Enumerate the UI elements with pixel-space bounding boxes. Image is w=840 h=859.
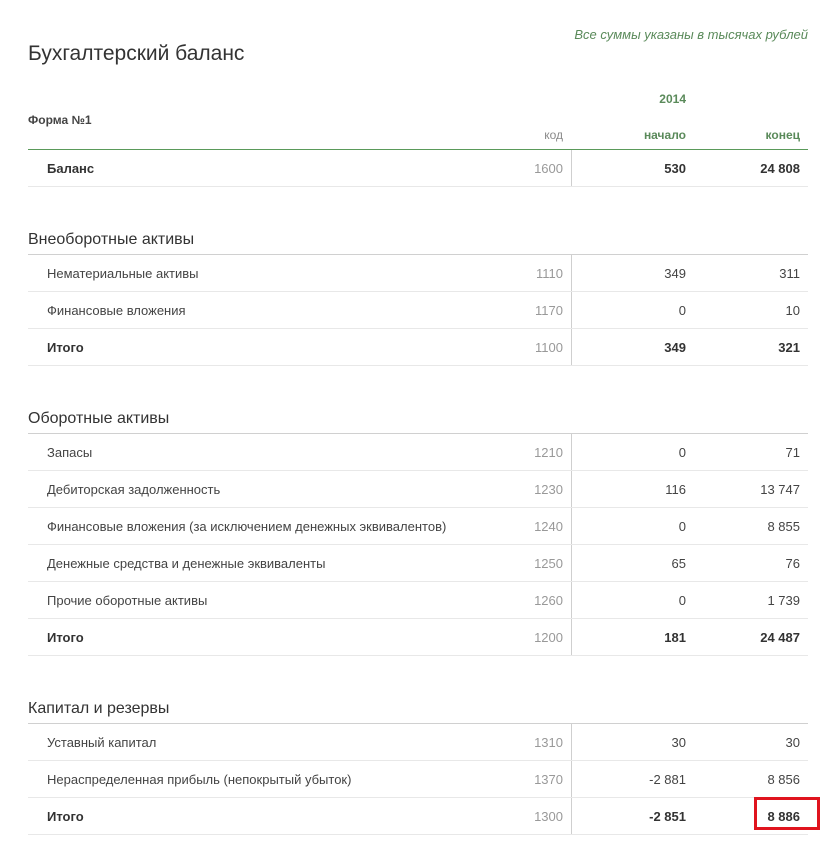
column-divider bbox=[571, 292, 572, 328]
table-row: Нематериальные активы 1110 349 311 bbox=[28, 255, 808, 292]
row-name: Уставный капитал bbox=[47, 735, 157, 750]
row-start-value: 0 bbox=[678, 445, 686, 460]
row-end-value: 76 bbox=[785, 556, 800, 571]
row-start-value: 349 bbox=[664, 340, 686, 355]
row-code: 1370 bbox=[534, 772, 563, 787]
column-divider bbox=[571, 329, 572, 365]
row-end-value: 24 808 bbox=[760, 161, 800, 176]
row-name: Запасы bbox=[47, 445, 93, 460]
column-header-start: начало bbox=[643, 128, 686, 142]
column-divider bbox=[571, 761, 572, 797]
column-divider bbox=[571, 508, 572, 544]
row-name: Денежные средства и денежные эквиваленты bbox=[47, 556, 326, 571]
row-code: 1230 bbox=[534, 482, 563, 497]
column-divider bbox=[571, 619, 572, 655]
row-code: 1310 bbox=[534, 735, 563, 750]
column-divider bbox=[571, 255, 572, 291]
table-row-total: Итого 1100 349 321 bbox=[28, 329, 808, 366]
table-row: Денежные средства и денежные эквиваленты… bbox=[28, 545, 808, 582]
row-start-value: 0 bbox=[678, 593, 686, 608]
column-divider bbox=[571, 582, 572, 618]
column-divider bbox=[571, 724, 572, 760]
column-header-code: код bbox=[544, 128, 563, 142]
row-start-value: 181 bbox=[664, 630, 686, 645]
row-name: Итого bbox=[47, 809, 84, 824]
row-end-value: 24 487 bbox=[760, 630, 800, 645]
year-header: 2014 bbox=[659, 92, 686, 106]
row-start-value: 0 bbox=[678, 303, 686, 318]
table-row: Финансовые вложения 1170 0 10 bbox=[28, 292, 808, 329]
row-code: 1250 bbox=[534, 556, 563, 571]
table-row: Нераспределенная прибыль (непокрытый убы… bbox=[28, 761, 808, 798]
row-code: 1200 bbox=[534, 630, 563, 645]
column-divider bbox=[571, 434, 572, 470]
row-name: Дебиторская задолженность bbox=[47, 482, 221, 497]
row-start-value: 530 bbox=[664, 161, 686, 176]
row-end-value: 8 855 bbox=[767, 519, 800, 534]
row-end-value: 10 bbox=[785, 303, 800, 318]
row-code: 1240 bbox=[534, 519, 563, 534]
row-code: 1110 bbox=[536, 266, 563, 281]
column-divider bbox=[571, 471, 572, 507]
row-name: Финансовые вложения (за исключением дене… bbox=[47, 519, 447, 534]
row-end-value: 321 bbox=[778, 340, 800, 355]
table-row: Финансовые вложения (за исключением дене… bbox=[28, 508, 808, 545]
section-heading-current-assets: Оборотные активы bbox=[28, 404, 808, 434]
table-header: Форма №1 2014 код начало конец bbox=[28, 88, 808, 150]
row-start-value: 349 bbox=[664, 266, 686, 281]
row-name: Нераспределенная прибыль (непокрытый убы… bbox=[47, 772, 352, 787]
section-heading-noncurrent-assets: Внеоборотные активы bbox=[28, 225, 808, 255]
table-row: Прочие оборотные активы 1260 0 1 739 bbox=[28, 582, 808, 619]
units-note: Все суммы указаны в тысячах рублей bbox=[574, 27, 808, 42]
row-start-value: 116 bbox=[665, 482, 686, 497]
row-code: 1300 bbox=[534, 809, 563, 824]
section-heading-capital-reserves: Капитал и резервы bbox=[28, 694, 808, 724]
column-header-end: конец bbox=[765, 128, 800, 142]
column-divider bbox=[571, 798, 572, 834]
highlight-box bbox=[754, 797, 820, 830]
form-label: Форма №1 bbox=[28, 113, 92, 127]
row-name: Итого bbox=[47, 340, 84, 355]
table-row-balance: Баланс 1600 530 24 808 bbox=[28, 150, 808, 187]
row-end-value: 8 856 bbox=[767, 772, 800, 787]
row-code: 1600 bbox=[534, 161, 563, 176]
row-start-value: 0 bbox=[678, 519, 686, 534]
row-code: 1170 bbox=[535, 303, 563, 318]
row-end-value: 30 bbox=[785, 735, 800, 750]
page-title: Бухгалтерский баланс bbox=[28, 42, 245, 65]
row-end-value: 13 747 bbox=[760, 482, 800, 497]
row-code: 1100 bbox=[535, 340, 563, 355]
row-name: Итого bbox=[47, 630, 84, 645]
row-end-value: 71 bbox=[785, 445, 800, 460]
table-row-total: Итого 1200 181 24 487 bbox=[28, 619, 808, 656]
column-divider bbox=[571, 545, 572, 581]
row-end-value: 1 739 bbox=[767, 593, 800, 608]
row-start-value: -2 851 bbox=[649, 809, 686, 824]
row-name: Прочие оборотные активы bbox=[47, 593, 208, 608]
row-start-value: 30 bbox=[671, 735, 686, 750]
table-row-total: Итого 1300 -2 851 8 886 bbox=[28, 798, 808, 835]
table-row: Уставный капитал 1310 30 30 bbox=[28, 724, 808, 761]
row-name: Баланс bbox=[47, 161, 95, 176]
row-name: Нематериальные активы bbox=[47, 266, 199, 281]
table-row: Запасы 1210 0 71 bbox=[28, 434, 808, 471]
row-name: Финансовые вложения bbox=[47, 303, 186, 318]
row-start-value: -2 881 bbox=[649, 772, 686, 787]
row-end-value: 311 bbox=[779, 266, 800, 281]
row-code: 1210 bbox=[534, 445, 563, 460]
table-row: Дебиторская задолженность 1230 116 13 74… bbox=[28, 471, 808, 508]
row-code: 1260 bbox=[534, 593, 563, 608]
column-divider bbox=[571, 150, 572, 186]
row-start-value: 65 bbox=[671, 556, 686, 571]
